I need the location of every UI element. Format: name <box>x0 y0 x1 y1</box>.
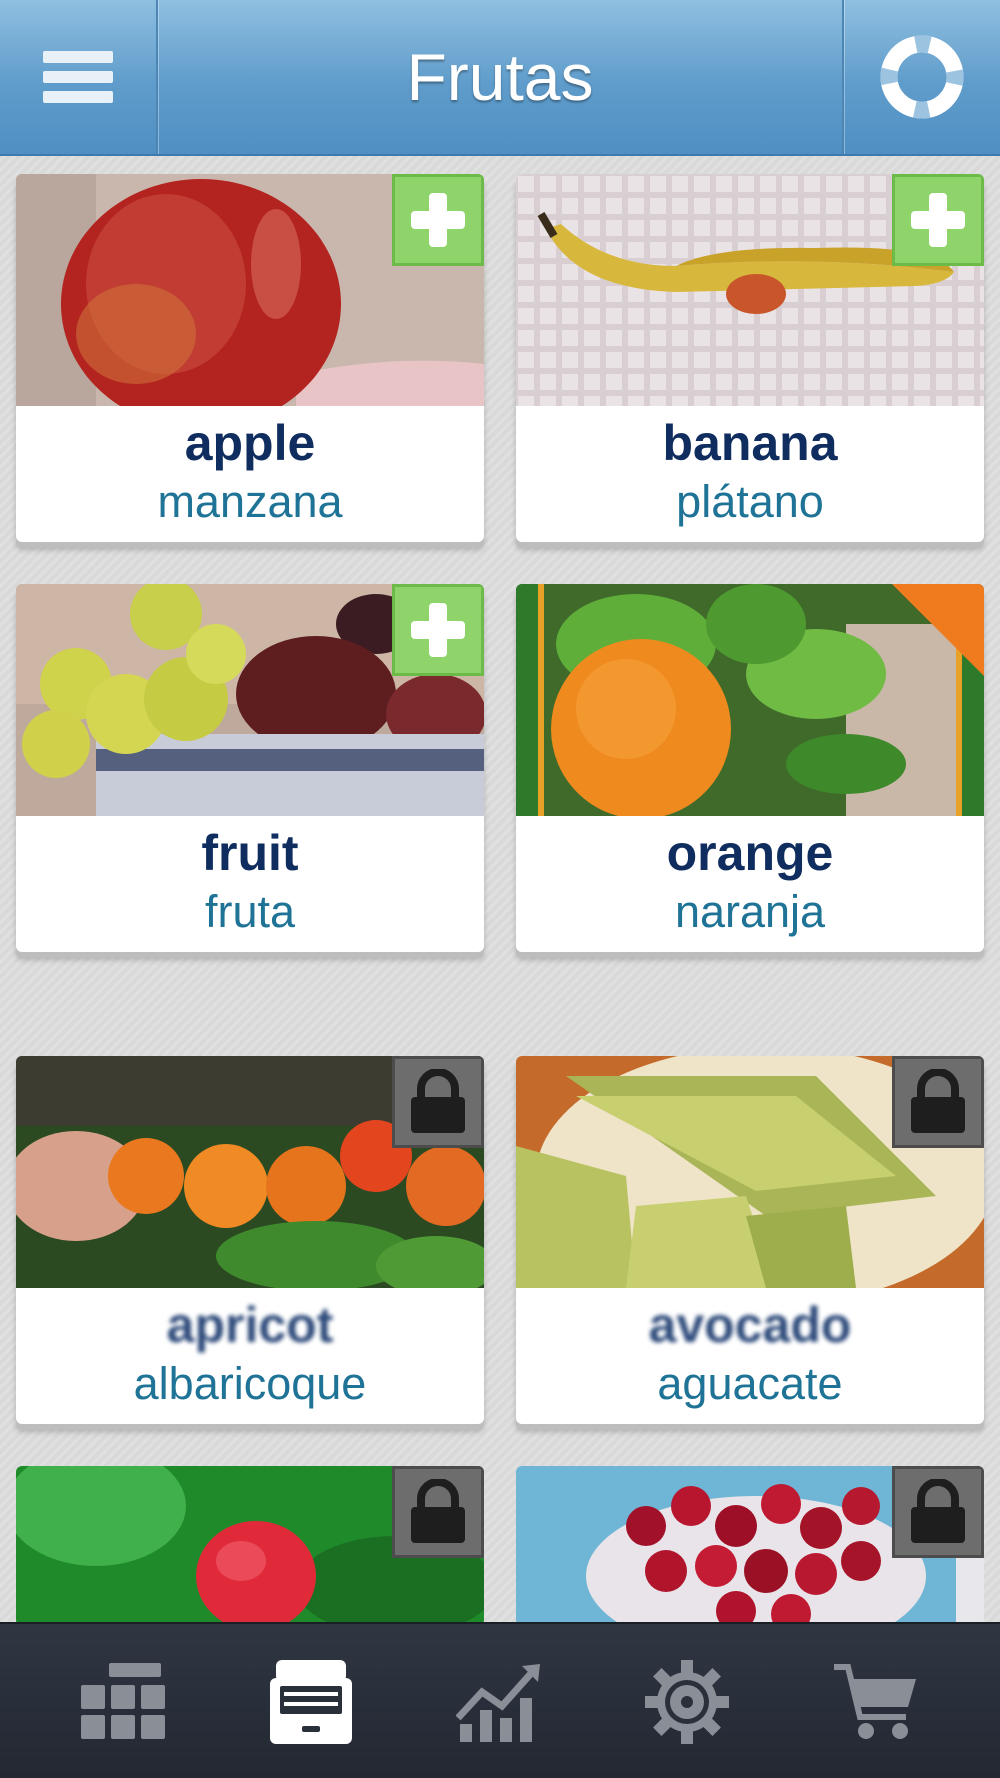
spanish-word: plátano <box>676 476 824 527</box>
lock-icon <box>411 1479 465 1543</box>
lifebuoy-icon <box>880 35 964 119</box>
word-card-cherry[interactable] <box>516 1466 984 1626</box>
word-card-raspberry[interactable] <box>16 1466 484 1626</box>
spanish-word: naranja <box>674 886 826 937</box>
tab-categories[interactable] <box>23 1624 223 1778</box>
english-word: avocado <box>648 1297 852 1353</box>
hamburger-menu-icon <box>43 43 113 111</box>
menu-button[interactable] <box>0 0 156 154</box>
bottom-tab-bar <box>0 1622 1000 1778</box>
add-word-button[interactable] <box>892 174 984 266</box>
locked-indicator <box>892 1466 984 1558</box>
tab-flashcards[interactable] <box>211 1624 411 1778</box>
word-card-fruit[interactable]: fruit fruta <box>16 584 484 952</box>
tab-progress[interactable] <box>399 1624 599 1778</box>
word-card-apple[interactable]: apple manzana <box>16 174 484 542</box>
word-card-orange[interactable]: orange naranja <box>516 584 984 952</box>
lock-icon <box>411 1069 465 1133</box>
add-word-button[interactable] <box>392 584 484 676</box>
spanish-word: aguacate <box>657 1358 843 1409</box>
gear-icon <box>645 1660 729 1744</box>
english-word: banana <box>662 415 838 471</box>
tab-settings[interactable] <box>587 1624 787 1778</box>
plus-icon <box>411 193 465 247</box>
page-title: Frutas <box>406 40 594 114</box>
plus-icon <box>411 603 465 657</box>
word-card-apricot[interactable]: apricot albaricoque <box>16 1056 484 1424</box>
english-word: fruit <box>201 825 299 881</box>
word-card-banana[interactable]: banana plátano <box>516 174 984 542</box>
spanish-word: fruta <box>204 886 296 937</box>
english-word: apple <box>184 415 316 471</box>
grid-icon <box>81 1663 165 1739</box>
drawer-icon <box>270 1660 352 1744</box>
add-word-button[interactable] <box>392 174 484 266</box>
spanish-word: albaricoque <box>133 1358 367 1409</box>
help-button[interactable] <box>844 0 1000 154</box>
new-word-corner-badge <box>892 584 984 676</box>
locked-indicator <box>392 1056 484 1148</box>
plus-icon <box>911 193 965 247</box>
english-word: apricot <box>166 1297 334 1353</box>
spanish-word: manzana <box>157 476 343 527</box>
locked-indicator <box>892 1056 984 1148</box>
header-divider <box>156 0 158 154</box>
tab-store[interactable] <box>775 1624 975 1778</box>
chart-icon <box>456 1664 540 1742</box>
english-word: orange <box>666 825 834 881</box>
lock-icon <box>911 1479 965 1543</box>
top-header: Frutas <box>0 0 1000 156</box>
word-card-avocado[interactable]: avocado aguacate <box>516 1056 984 1424</box>
cart-icon <box>834 1664 916 1739</box>
locked-indicator <box>392 1466 484 1558</box>
lock-icon <box>911 1069 965 1133</box>
